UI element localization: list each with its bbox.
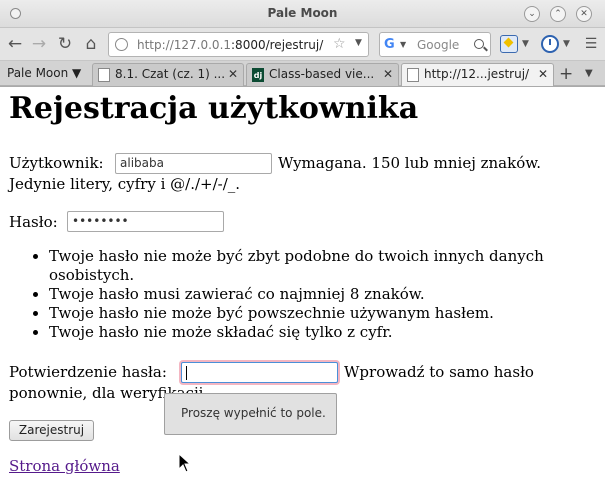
bookmark-star-icon[interactable]: ☆: [333, 36, 346, 52]
username-row: Użytkownik:: [9, 154, 104, 173]
globe-icon: [115, 38, 128, 51]
mouse-pointer-icon: [178, 453, 192, 473]
back-arrow-icon[interactable]: ←: [4, 33, 26, 55]
password-rules-list: Twoje hasło nie może być zbyt podobne do…: [9, 247, 544, 342]
tab-label: Class-based vie...: [269, 67, 375, 81]
tab-class-based-views[interactable]: dj Class-based vie... ✕: [246, 63, 399, 86]
rule-text-continuation: osobistych.: [49, 266, 135, 284]
text-caret: [186, 365, 187, 380]
rule-text: Twoje hasło nie może być zbyt podobne do…: [49, 247, 544, 265]
new-tab-icon[interactable]: +: [559, 64, 573, 84]
search-engine-icon[interactable]: G: [384, 37, 395, 52]
django-icon: dj: [252, 68, 264, 82]
list-item: Twoje hasło nie może składać się tylko z…: [49, 323, 544, 342]
navigation-toolbar: ← → ↻ ⌂ http://127.0.0.1:8000/rejestruj/…: [0, 28, 605, 61]
document-icon: [407, 68, 419, 82]
address-bar[interactable]: http://127.0.0.1:8000/rejestruj/ ☆ ▼: [108, 32, 369, 57]
bookmarks-dropdown-icon[interactable]: ▼: [522, 39, 529, 49]
password-label: Hasło:: [9, 213, 58, 231]
bookmarks-icon[interactable]: [500, 35, 518, 53]
list-item: Twoje hasło nie może być powszechnie uży…: [49, 304, 544, 323]
close-tab-icon[interactable]: ✕: [538, 67, 548, 81]
tab-rejestruj[interactable]: http://12...jestruj/ ✕: [401, 63, 554, 86]
close-icon[interactable]: ✕: [576, 6, 592, 22]
tab-label: 8.1. Czat (cz. 1) ...: [115, 67, 226, 81]
home-icon[interactable]: ⌂: [80, 33, 102, 55]
confirm-help-line-1: Wprowadź to samo hasło: [344, 363, 534, 381]
all-tabs-dropdown-icon[interactable]: ▼: [585, 68, 593, 79]
home-page-link[interactable]: Strona główna: [9, 457, 120, 475]
page-title: Rejestracja użytkownika: [9, 91, 419, 126]
validation-tooltip: Proszę wypełnić to pole.: [164, 393, 337, 435]
tab-label: http://12...jestruj/: [424, 67, 530, 81]
history-icon[interactable]: [541, 35, 559, 53]
forward-arrow-icon[interactable]: →: [28, 33, 50, 55]
close-tab-icon[interactable]: ✕: [228, 67, 238, 81]
list-item: Twoje hasło musi zawierać co najmniej 8 …: [49, 285, 544, 304]
search-input[interactable]: Google: [417, 38, 459, 52]
list-item: Twoje hasło nie może być zbyt podobne do…: [49, 247, 544, 285]
app-menu-button[interactable]: Pale Moon ▼: [7, 66, 81, 80]
close-tab-icon[interactable]: ✕: [383, 67, 393, 81]
window-title: Pale Moon: [267, 6, 338, 20]
search-engine-dropdown-icon[interactable]: ▼: [400, 40, 406, 49]
title-bar: Pale Moon ⌄ ⌃ ✕: [0, 0, 605, 28]
search-bar[interactable]: G ▼ Google: [379, 32, 491, 57]
password-input[interactable]: ••••••••: [67, 211, 224, 232]
reload-icon[interactable]: ↻: [54, 33, 76, 55]
page-content: Rejestracja użytkownika Użytkownik: alib…: [0, 86, 605, 483]
url-history-dropdown-icon[interactable]: ▼: [355, 38, 362, 48]
minimize-icon[interactable]: ⌄: [524, 6, 540, 22]
menu-icon[interactable]: ☰: [580, 33, 602, 55]
tab-bar: Pale Moon ▼ 8.1. Czat (cz. 1) ... ✕ dj C…: [0, 61, 605, 86]
confirm-password-label: Potwierdzenie hasła:: [9, 363, 167, 381]
username-label: Użytkownik:: [9, 154, 104, 172]
address-url[interactable]: http://127.0.0.1:8000/rejestruj/: [137, 38, 323, 52]
history-dropdown-icon[interactable]: ▼: [563, 39, 570, 49]
search-icon[interactable]: [474, 39, 484, 49]
username-input[interactable]: alibaba: [115, 153, 272, 174]
username-help-line-2: Jedynie litery, cyfry i @/./+/-/_.: [9, 175, 241, 193]
confirm-password-input[interactable]: [181, 362, 338, 383]
maximize-icon[interactable]: ⌃: [550, 6, 566, 22]
username-help-line-1: Wymagana. 150 lub mniej znaków.: [278, 154, 542, 172]
tab-chat[interactable]: 8.1. Czat (cz. 1) ... ✕: [92, 63, 244, 86]
document-icon: [98, 68, 110, 82]
register-button[interactable]: Zarejestruj: [9, 420, 94, 441]
